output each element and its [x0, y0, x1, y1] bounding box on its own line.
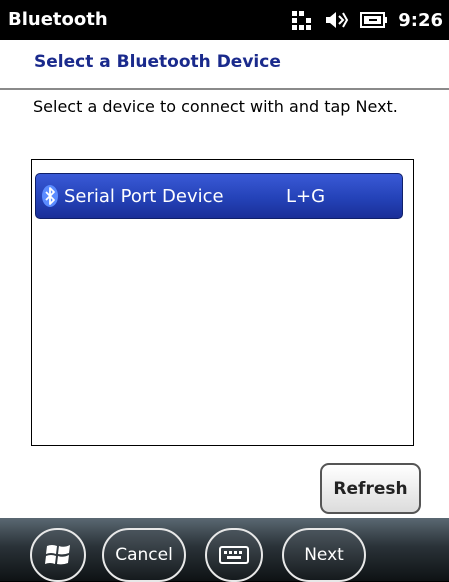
speaker-icon — [326, 12, 349, 28]
battery-icon — [360, 12, 388, 28]
instructions-text: Select a device to connect with and tap … — [33, 97, 398, 116]
app-title: Bluetooth — [8, 9, 108, 30]
status-bar: Bluetooth 9:26 — [0, 0, 449, 40]
status-icons: 9:26 — [288, 7, 443, 33]
bluetooth-icon — [42, 185, 58, 207]
device-name: Serial Port Device — [64, 186, 224, 207]
refresh-button[interactable]: Refresh — [320, 463, 421, 514]
device-list[interactable]: Serial Port Device L+G — [31, 159, 414, 446]
keyboard-button[interactable] — [205, 528, 263, 582]
data-connection-icon — [292, 11, 312, 30]
clock: 9:26 — [398, 9, 443, 31]
windows-start-icon — [45, 545, 70, 565]
keyboard-icon — [219, 546, 249, 564]
page-title: Select a Bluetooth Device — [34, 52, 281, 72]
cancel-button[interactable]: Cancel — [102, 528, 186, 582]
device-address: L+G — [286, 186, 326, 207]
page-header: Select a Bluetooth Device — [0, 40, 449, 90]
next-button[interactable]: Next — [282, 528, 366, 582]
device-item-selected[interactable]: Serial Port Device L+G — [35, 173, 403, 219]
main-content: Select a device to connect with and tap … — [0, 90, 449, 518]
start-button[interactable] — [30, 528, 86, 582]
bottom-bar: Cancel Next — [0, 518, 449, 582]
